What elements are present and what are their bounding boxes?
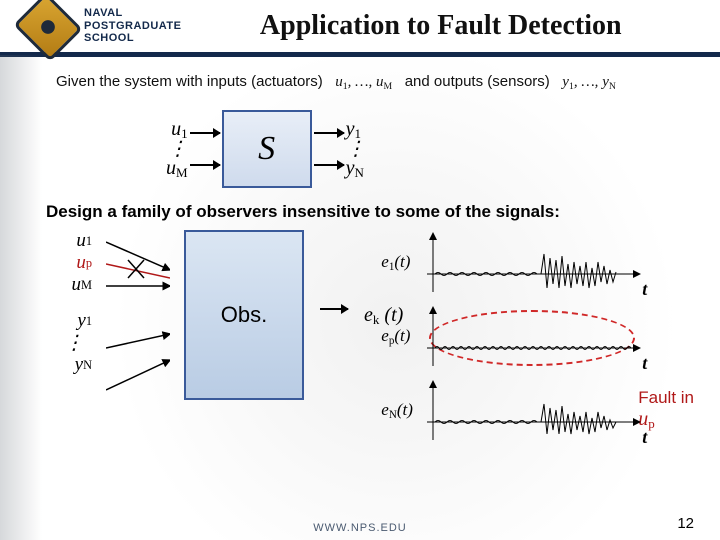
page-number: 12	[677, 515, 694, 532]
system-box: S	[222, 110, 312, 188]
observer-diagram: u1 up uM y1 ⋮ yN Obs. ek (t)	[56, 230, 688, 446]
arrow-icon	[190, 132, 220, 134]
arrow-icon	[314, 132, 344, 134]
arrow-icon	[190, 164, 220, 166]
outputs-symbols: y1, …, yN	[562, 74, 616, 90]
footer-url: WWW.NPS.EDU	[0, 522, 720, 534]
connector-lines	[106, 230, 170, 400]
header: NAVAL POSTGRADUATE SCHOOL Application to…	[0, 0, 720, 52]
inputs-symbols: u1, …, uM	[335, 74, 392, 90]
design-statement: Design a family of observers insensitive…	[46, 202, 688, 222]
observer-input-labels: u1 up uM y1 ⋮ yN	[56, 230, 92, 376]
observer-output-label: ek (t)	[364, 304, 403, 328]
observer-box: Obs.	[184, 230, 304, 400]
arrow-icon	[320, 308, 348, 310]
residual-plots: e1(t) t ep(t)	[423, 230, 643, 446]
system-output-labels: y1 ⋮ yN	[346, 118, 366, 181]
intro-line: Given the system with inputs (actuators)…	[56, 73, 688, 92]
slide-title: Application to Fault Detection	[181, 10, 720, 42]
plot-eN: eN(t) t	[423, 378, 643, 446]
system-block-diagram: u1 ⋮ uM S y1 ⋮ yN	[166, 110, 688, 188]
plot-ep: ep(t) t	[423, 304, 643, 372]
system-input-labels: u1 ⋮ uM	[166, 118, 188, 181]
arrow-icon	[314, 164, 344, 166]
institution-name: NAVAL POSTGRADUATE SCHOOL	[84, 7, 181, 45]
plot-e1: e1(t) t	[423, 230, 643, 298]
